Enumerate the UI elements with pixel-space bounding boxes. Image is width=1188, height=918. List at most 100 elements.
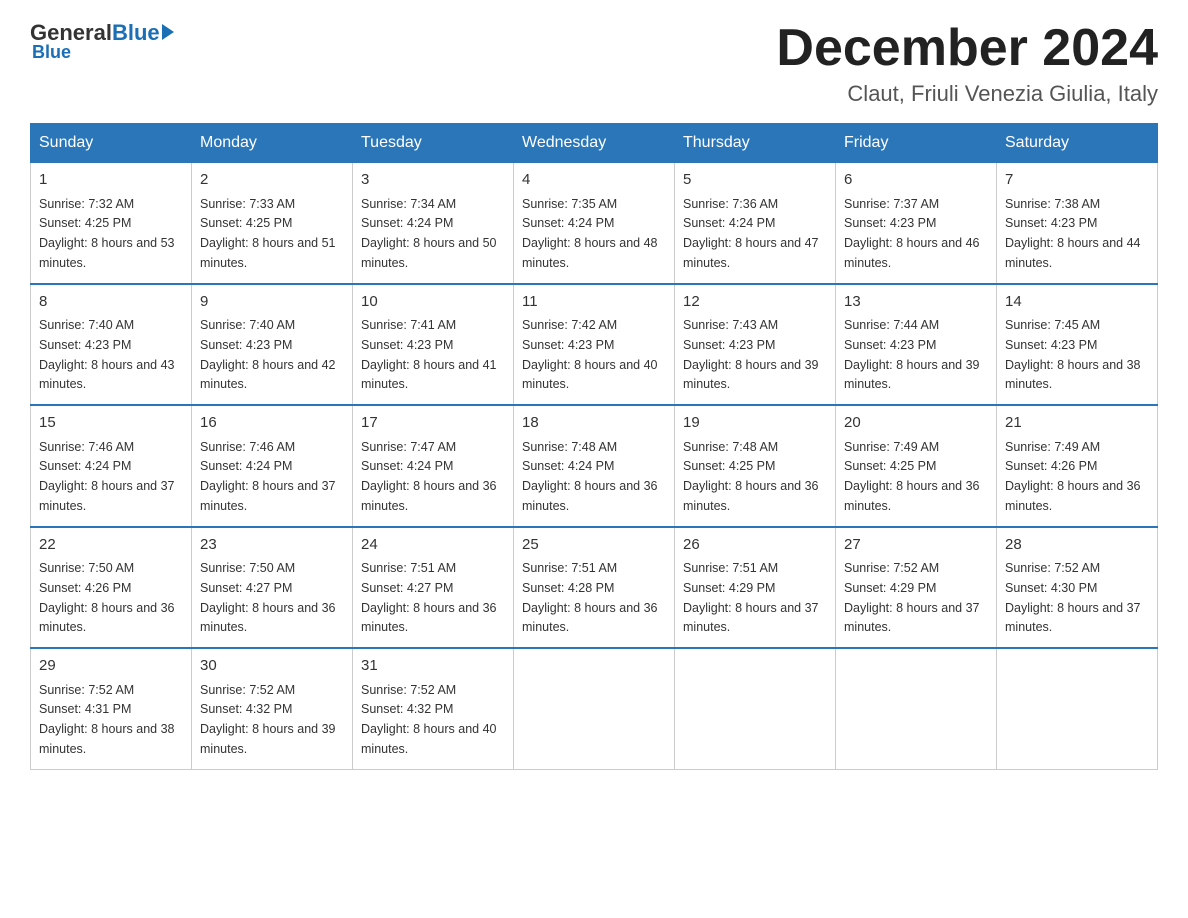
calendar-day-cell: 13 Sunrise: 7:44 AM Sunset: 4:23 PM Dayl… <box>836 284 997 406</box>
day-sunset: Sunset: 4:29 PM <box>844 581 936 595</box>
calendar-day-cell: 6 Sunrise: 7:37 AM Sunset: 4:23 PM Dayli… <box>836 163 997 284</box>
day-daylight: Daylight: 8 hours and 38 minutes. <box>1005 358 1141 392</box>
title-area: December 2024 Claut, Friuli Venezia Giul… <box>776 20 1158 107</box>
calendar-day-cell: 18 Sunrise: 7:48 AM Sunset: 4:24 PM Dayl… <box>514 405 675 527</box>
day-sunrise: Sunrise: 7:52 AM <box>39 683 134 697</box>
day-sunset: Sunset: 4:24 PM <box>522 216 614 230</box>
day-daylight: Daylight: 8 hours and 37 minutes. <box>200 479 336 513</box>
day-sunrise: Sunrise: 7:51 AM <box>683 561 778 575</box>
day-sunset: Sunset: 4:28 PM <box>522 581 614 595</box>
day-sunrise: Sunrise: 7:46 AM <box>39 440 134 454</box>
day-daylight: Daylight: 8 hours and 36 minutes. <box>1005 479 1141 513</box>
day-number: 2 <box>200 169 344 192</box>
calendar-day-cell: 12 Sunrise: 7:43 AM Sunset: 4:23 PM Dayl… <box>675 284 836 406</box>
day-sunrise: Sunrise: 7:48 AM <box>522 440 617 454</box>
day-daylight: Daylight: 8 hours and 40 minutes. <box>361 722 497 756</box>
day-sunrise: Sunrise: 7:38 AM <box>1005 197 1100 211</box>
day-sunrise: Sunrise: 7:40 AM <box>39 318 134 332</box>
day-sunrise: Sunrise: 7:35 AM <box>522 197 617 211</box>
col-saturday: Saturday <box>997 124 1158 163</box>
col-friday: Friday <box>836 124 997 163</box>
logo-underline-text: Blue <box>32 42 71 63</box>
day-daylight: Daylight: 8 hours and 47 minutes. <box>683 236 819 270</box>
calendar-day-cell: 23 Sunrise: 7:50 AM Sunset: 4:27 PM Dayl… <box>192 527 353 649</box>
day-daylight: Daylight: 8 hours and 39 minutes. <box>200 722 336 756</box>
day-daylight: Daylight: 8 hours and 36 minutes. <box>361 601 497 635</box>
calendar-day-cell: 31 Sunrise: 7:52 AM Sunset: 4:32 PM Dayl… <box>353 648 514 769</box>
day-daylight: Daylight: 8 hours and 37 minutes. <box>683 601 819 635</box>
day-sunrise: Sunrise: 7:32 AM <box>39 197 134 211</box>
day-number: 19 <box>683 412 827 435</box>
logo-triangle-icon <box>162 24 174 40</box>
day-daylight: Daylight: 8 hours and 53 minutes. <box>39 236 175 270</box>
day-sunset: Sunset: 4:27 PM <box>200 581 292 595</box>
logo-blue-text: Blue <box>112 20 160 46</box>
calendar-day-cell: 25 Sunrise: 7:51 AM Sunset: 4:28 PM Dayl… <box>514 527 675 649</box>
day-sunset: Sunset: 4:27 PM <box>361 581 453 595</box>
day-number: 12 <box>683 291 827 314</box>
day-sunset: Sunset: 4:25 PM <box>200 216 292 230</box>
day-sunrise: Sunrise: 7:49 AM <box>844 440 939 454</box>
day-number: 5 <box>683 169 827 192</box>
day-sunset: Sunset: 4:24 PM <box>200 459 292 473</box>
day-sunset: Sunset: 4:24 PM <box>39 459 131 473</box>
day-number: 26 <box>683 534 827 557</box>
day-sunrise: Sunrise: 7:52 AM <box>844 561 939 575</box>
day-sunrise: Sunrise: 7:52 AM <box>1005 561 1100 575</box>
location-subtitle: Claut, Friuli Venezia Giulia, Italy <box>776 81 1158 107</box>
day-sunrise: Sunrise: 7:47 AM <box>361 440 456 454</box>
calendar-day-cell: 24 Sunrise: 7:51 AM Sunset: 4:27 PM Dayl… <box>353 527 514 649</box>
calendar-day-cell: 11 Sunrise: 7:42 AM Sunset: 4:23 PM Dayl… <box>514 284 675 406</box>
calendar-day-cell <box>997 648 1158 769</box>
header-row: Sunday Monday Tuesday Wednesday Thursday… <box>31 124 1158 163</box>
day-number: 30 <box>200 655 344 678</box>
day-sunrise: Sunrise: 7:50 AM <box>200 561 295 575</box>
calendar-day-cell: 20 Sunrise: 7:49 AM Sunset: 4:25 PM Dayl… <box>836 405 997 527</box>
day-number: 15 <box>39 412 183 435</box>
day-number: 18 <box>522 412 666 435</box>
day-number: 25 <box>522 534 666 557</box>
day-daylight: Daylight: 8 hours and 51 minutes. <box>200 236 336 270</box>
day-number: 7 <box>1005 169 1149 192</box>
day-daylight: Daylight: 8 hours and 38 minutes. <box>39 722 175 756</box>
day-number: 14 <box>1005 291 1149 314</box>
day-number: 21 <box>1005 412 1149 435</box>
calendar-day-cell: 8 Sunrise: 7:40 AM Sunset: 4:23 PM Dayli… <box>31 284 192 406</box>
calendar-week-row: 29 Sunrise: 7:52 AM Sunset: 4:31 PM Dayl… <box>31 648 1158 769</box>
day-sunrise: Sunrise: 7:42 AM <box>522 318 617 332</box>
day-number: 13 <box>844 291 988 314</box>
day-number: 22 <box>39 534 183 557</box>
col-wednesday: Wednesday <box>514 124 675 163</box>
day-daylight: Daylight: 8 hours and 42 minutes. <box>200 358 336 392</box>
calendar-day-cell: 9 Sunrise: 7:40 AM Sunset: 4:23 PM Dayli… <box>192 284 353 406</box>
day-sunrise: Sunrise: 7:34 AM <box>361 197 456 211</box>
day-daylight: Daylight: 8 hours and 46 minutes. <box>844 236 980 270</box>
day-daylight: Daylight: 8 hours and 36 minutes. <box>844 479 980 513</box>
day-number: 11 <box>522 291 666 314</box>
calendar-day-cell: 4 Sunrise: 7:35 AM Sunset: 4:24 PM Dayli… <box>514 163 675 284</box>
day-number: 10 <box>361 291 505 314</box>
day-daylight: Daylight: 8 hours and 36 minutes. <box>361 479 497 513</box>
day-sunset: Sunset: 4:32 PM <box>361 702 453 716</box>
calendar-day-cell: 10 Sunrise: 7:41 AM Sunset: 4:23 PM Dayl… <box>353 284 514 406</box>
day-sunset: Sunset: 4:23 PM <box>844 216 936 230</box>
day-sunset: Sunset: 4:25 PM <box>683 459 775 473</box>
day-daylight: Daylight: 8 hours and 36 minutes. <box>522 479 658 513</box>
calendar-day-cell: 27 Sunrise: 7:52 AM Sunset: 4:29 PM Dayl… <box>836 527 997 649</box>
day-sunset: Sunset: 4:23 PM <box>522 338 614 352</box>
calendar-day-cell: 1 Sunrise: 7:32 AM Sunset: 4:25 PM Dayli… <box>31 163 192 284</box>
day-sunrise: Sunrise: 7:33 AM <box>200 197 295 211</box>
day-sunset: Sunset: 4:26 PM <box>1005 459 1097 473</box>
day-number: 23 <box>200 534 344 557</box>
day-daylight: Daylight: 8 hours and 40 minutes. <box>522 358 658 392</box>
day-sunrise: Sunrise: 7:51 AM <box>522 561 617 575</box>
day-daylight: Daylight: 8 hours and 37 minutes. <box>39 479 175 513</box>
day-daylight: Daylight: 8 hours and 39 minutes. <box>683 358 819 392</box>
day-sunset: Sunset: 4:23 PM <box>361 338 453 352</box>
calendar-day-cell: 3 Sunrise: 7:34 AM Sunset: 4:24 PM Dayli… <box>353 163 514 284</box>
calendar-week-row: 22 Sunrise: 7:50 AM Sunset: 4:26 PM Dayl… <box>31 527 1158 649</box>
calendar-day-cell <box>836 648 997 769</box>
day-sunrise: Sunrise: 7:43 AM <box>683 318 778 332</box>
page-header: General Blue Blue December 2024 Claut, F… <box>30 20 1158 107</box>
calendar-day-cell <box>675 648 836 769</box>
